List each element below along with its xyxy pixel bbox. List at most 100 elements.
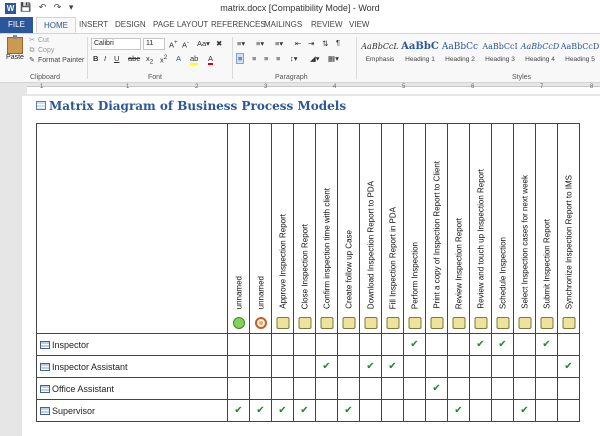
matrix-cell[interactable] [359, 333, 382, 356]
matrix-cell[interactable] [469, 399, 492, 422]
copy-button[interactable]: ⧉ Copy [28, 46, 84, 56]
font-size-box[interactable]: 11 [143, 38, 165, 50]
matrix-cell[interactable] [315, 377, 338, 400]
decrease-indent-icon[interactable]: ⇤ [295, 39, 301, 48]
shrink-font-button[interactable]: A- [182, 39, 189, 50]
matrix-cell[interactable] [403, 399, 426, 422]
matrix-cell[interactable]: ✔ [227, 399, 250, 422]
font-color-button[interactable]: A [208, 54, 214, 65]
matrix-cell[interactable] [491, 377, 514, 400]
superscript-button[interactable]: x2 [160, 54, 167, 65]
matrix-cell[interactable] [513, 333, 536, 356]
matrix-cell[interactable]: ✔ [403, 333, 426, 356]
style-heading-1[interactable]: AaBbC Heading 1 [400, 38, 440, 70]
multilevel-list-icon[interactable]: ≡▾ [275, 39, 283, 48]
matrix-cell[interactable] [469, 355, 492, 378]
matrix-cell[interactable] [381, 377, 404, 400]
document-page[interactable]: Matrix Diagram of Business Process Model… [22, 96, 600, 436]
matrix-cell[interactable] [249, 355, 272, 378]
matrix-cell[interactable]: ✔ [381, 355, 404, 378]
subscript-button[interactable]: x2 [146, 54, 153, 66]
underline-button[interactable]: U [114, 54, 119, 63]
matrix-cell[interactable] [271, 355, 294, 378]
matrix-cell[interactable]: ✔ [557, 355, 580, 378]
matrix-cell[interactable] [359, 377, 382, 400]
matrix-cell[interactable] [381, 399, 404, 422]
matrix-cell[interactable]: ✔ [293, 399, 316, 422]
matrix-cell[interactable] [447, 333, 470, 356]
matrix-cell[interactable] [425, 355, 448, 378]
sort-icon[interactable]: ⇅ [322, 39, 328, 48]
format-painter-button[interactable]: ✎ Format Painter [28, 56, 84, 66]
matrix-cell[interactable]: ✔ [491, 333, 514, 356]
matrix-cell[interactable] [337, 355, 360, 378]
matrix-cell[interactable] [271, 377, 294, 400]
tab-mailings[interactable]: MAILINGS [257, 17, 309, 33]
font-name-box[interactable]: Calibri [91, 38, 141, 50]
matrix-cell[interactable] [227, 377, 250, 400]
matrix-cell[interactable] [249, 377, 272, 400]
strikethrough-button[interactable]: abc [128, 54, 140, 63]
justify-icon[interactable]: ≡ [276, 54, 280, 63]
matrix-cell[interactable] [491, 399, 514, 422]
style-heading-3[interactable]: AaBbCcI Heading 3 [480, 38, 520, 70]
pilcrow-icon[interactable]: ¶ [336, 38, 340, 47]
matrix-cell[interactable] [513, 377, 536, 400]
matrix-cell[interactable] [403, 377, 426, 400]
matrix-cell[interactable] [425, 333, 448, 356]
matrix-cell[interactable]: ✔ [425, 377, 448, 400]
clear-formatting-icon[interactable]: ✖ [216, 39, 222, 48]
matrix-cell[interactable] [535, 355, 558, 378]
matrix-cell[interactable] [513, 355, 536, 378]
bold-button[interactable]: B [93, 54, 98, 63]
align-left-icon[interactable]: ≡ [236, 53, 245, 64]
matrix-cell[interactable] [315, 333, 338, 356]
matrix-cell[interactable] [359, 399, 382, 422]
matrix-cell[interactable] [557, 333, 580, 356]
shading-icon[interactable]: ◢▾ [310, 54, 320, 63]
line-spacing-icon[interactable]: ↕▾ [290, 54, 298, 63]
numbering-icon[interactable]: ≡▾ [256, 39, 264, 48]
matrix-cell[interactable] [293, 333, 316, 356]
align-center-icon[interactable]: ≡ [252, 54, 256, 63]
change-case-button[interactable]: Aa▾ [197, 39, 210, 48]
tab-home[interactable]: HOME [36, 17, 76, 33]
matrix-cell[interactable] [271, 333, 294, 356]
matrix-cell[interactable] [403, 355, 426, 378]
cut-button[interactable]: ✂ Cut [28, 36, 84, 46]
horizontal-ruler[interactable]: 1 1 2 3 4 5 6 7 8 [0, 84, 600, 95]
matrix-cell[interactable] [447, 377, 470, 400]
matrix-cell[interactable]: ✔ [359, 355, 382, 378]
style-heading-5[interactable]: AaBbCcD Heading 5 [560, 38, 600, 70]
tab-view[interactable]: VIEW [342, 17, 376, 33]
matrix-cell[interactable] [227, 333, 250, 356]
matrix-cell[interactable]: ✔ [535, 333, 558, 356]
tab-file[interactable]: FILE [0, 17, 33, 33]
matrix-cell[interactable] [381, 333, 404, 356]
italic-button[interactable]: I [104, 54, 106, 63]
matrix-cell[interactable] [535, 377, 558, 400]
highlight-button[interactable]: ab [190, 54, 199, 65]
matrix-cell[interactable] [557, 377, 580, 400]
matrix-cell[interactable] [491, 355, 514, 378]
matrix-cell[interactable] [227, 355, 250, 378]
matrix-cell[interactable] [249, 333, 272, 356]
borders-icon[interactable]: ▦▾ [328, 54, 339, 63]
grow-font-button[interactable]: A+ [169, 39, 178, 50]
matrix-cell[interactable]: ✔ [513, 399, 536, 422]
style-heading-2[interactable]: AaBbCc Heading 2 [440, 38, 480, 70]
matrix-cell[interactable] [315, 399, 338, 422]
increase-indent-icon[interactable]: ⇥ [308, 39, 314, 48]
matrix-cell[interactable]: ✔ [447, 399, 470, 422]
bullets-icon[interactable]: ≡▾ [237, 39, 245, 48]
text-effects-button[interactable]: A [176, 54, 181, 63]
matrix-cell[interactable]: ✔ [271, 399, 294, 422]
matrix-cell[interactable] [293, 355, 316, 378]
matrix-cell[interactable] [557, 399, 580, 422]
matrix-cell[interactable] [337, 377, 360, 400]
paste-button[interactable]: Paste [4, 35, 26, 61]
matrix-cell[interactable]: ✔ [337, 399, 360, 422]
matrix-cell[interactable] [337, 333, 360, 356]
matrix-cell[interactable]: ✔ [469, 333, 492, 356]
style-heading-4[interactable]: AaBbCcD Heading 4 [520, 38, 560, 70]
